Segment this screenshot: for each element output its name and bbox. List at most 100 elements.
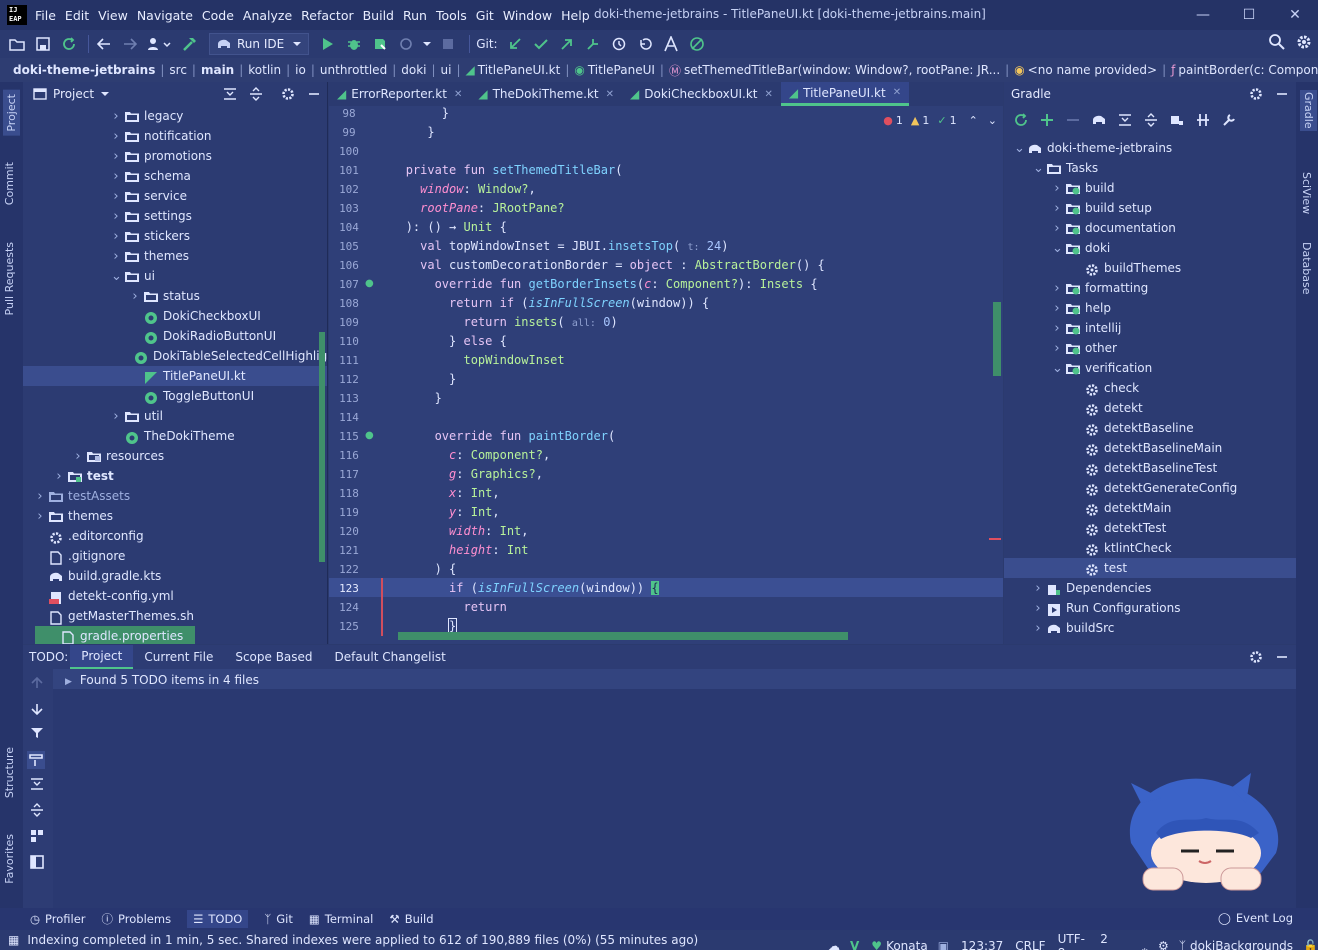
chevron-right-icon[interactable]: › — [111, 209, 121, 224]
chevron-right-icon[interactable]: › — [1052, 301, 1062, 316]
reload-gradle-icon[interactable] — [1010, 109, 1032, 131]
git-pull-request-icon[interactable] — [582, 33, 604, 55]
tool-tab-sciview[interactable]: SciView — [1300, 172, 1313, 214]
coverage-icon[interactable] — [369, 33, 391, 55]
tool-tab-git[interactable]: ᛉ Git — [264, 912, 293, 926]
menu-analyze[interactable]: Analyze — [243, 8, 292, 23]
group-by-icon[interactable] — [30, 829, 44, 843]
chevron-right-icon[interactable]: › — [111, 249, 121, 264]
override-gutter-icon[interactable]: ● — [365, 430, 374, 441]
vim-icon[interactable]: V — [850, 939, 859, 950]
breadcrumb-item[interactable]: <no name provided> — [1028, 63, 1157, 77]
breadcrumb-item[interactable]: unthrottled — [320, 63, 387, 77]
chevron-right-icon[interactable]: › — [1052, 201, 1062, 216]
gradle-tree-item[interactable]: › documentation — [1004, 218, 1296, 238]
project-tree-item[interactable]: build.gradle.kts — [23, 566, 327, 586]
chevron-right-icon[interactable]: › — [1033, 621, 1043, 636]
project-tree-item[interactable]: › themes — [23, 246, 327, 266]
line-separator[interactable]: CRLF — [1015, 939, 1045, 950]
tab-the-doki-theme[interactable]: ◢ TheDokiTheme.kt ✕ — [470, 82, 622, 106]
override-gutter-icon[interactable]: ● — [365, 278, 374, 289]
breadcrumb-item[interactable]: doki — [401, 63, 426, 77]
menu-run[interactable]: Run — [403, 8, 427, 23]
gradle-tree-item[interactable]: detektTest — [1004, 518, 1296, 538]
hammer-icon[interactable] — [179, 33, 201, 55]
git-branch[interactable]: dokiBackgrounds — [1190, 939, 1293, 950]
collapse-all-icon[interactable] — [1140, 109, 1162, 131]
tree-scrollbar[interactable] — [319, 332, 325, 562]
gradle-tree-item[interactable]: detektMain — [1004, 498, 1296, 518]
tool-tab-build[interactable]: ⚒ Build — [389, 912, 433, 926]
indent-setting[interactable]: 2 spaces* — [1100, 932, 1152, 950]
tool-tab-project[interactable]: Project — [3, 90, 20, 136]
chevron-down-icon[interactable]: ⌄ — [1052, 241, 1063, 256]
chevron-right-icon[interactable]: › — [1033, 601, 1043, 616]
collapse-all-icon[interactable] — [249, 87, 263, 101]
project-tree-item[interactable]: › util — [23, 406, 327, 426]
gradle-tree-item[interactable]: detektBaselineMain — [1004, 438, 1296, 458]
gradle-tree-item[interactable]: ⌄ doki-theme-jetbrains — [1004, 138, 1296, 158]
tool-tab-favorites[interactable]: Favorites — [3, 834, 16, 884]
todo-tab-project[interactable]: Project — [70, 645, 134, 669]
gradle-tree-item[interactable]: buildThemes — [1004, 258, 1296, 278]
tool-tab-structure[interactable]: Structure — [3, 747, 16, 798]
search-icon[interactable] — [1268, 33, 1286, 51]
gradle-tree-item[interactable]: › other — [1004, 338, 1296, 358]
memory-indicator-icon[interactable]: ☁ — [828, 939, 840, 950]
gradle-tree-item[interactable]: ⌄ doki — [1004, 238, 1296, 258]
gradle-tree-item[interactable]: ⌄ verification — [1004, 358, 1296, 378]
project-tree-item[interactable]: › service — [23, 186, 327, 206]
rollback-icon[interactable] — [634, 33, 656, 55]
chevron-right-icon[interactable]: › — [1052, 341, 1062, 356]
project-tree-item[interactable]: › settings — [23, 206, 327, 226]
gradle-tree-item[interactable]: test — [1004, 558, 1296, 578]
wrench-icon[interactable] — [1218, 109, 1240, 131]
menu-navigate[interactable]: Navigate — [137, 8, 193, 23]
code-editor[interactable]: 98 99 100 101 102 103 104 105 106 107 108 109 110 111… — [329, 106, 1003, 644]
project-tree-item[interactable]: › notification — [23, 126, 327, 146]
project-settings-icon[interactable] — [281, 87, 295, 101]
project-tree-item[interactable]: ⌄ ui — [23, 266, 327, 286]
tool-tab-database[interactable]: Database — [1300, 242, 1313, 295]
git-update-icon[interactable] — [504, 33, 526, 55]
breadcrumb-item[interactable]: main — [201, 63, 234, 77]
project-tree-item[interactable]: DokiCheckboxUI — [23, 306, 327, 326]
gradle-tree-item[interactable]: detektGenerateConfig — [1004, 478, 1296, 498]
tab-title-pane-ui[interactable]: ◢ TitlePaneUI.kt ✕ — [780, 82, 910, 106]
lock-icon[interactable]: 🔓 — [1303, 939, 1318, 950]
tool-tab-profiler[interactable]: ◷ Profiler — [30, 912, 86, 926]
project-tree-item[interactable]: DokiTableSelectedCellHighlightBorder — [23, 346, 327, 366]
menu-help[interactable]: Help — [561, 8, 590, 23]
chevron-right-icon[interactable]: › — [111, 129, 121, 144]
user-dropdown-icon[interactable] — [145, 33, 175, 55]
caret-position[interactable]: 123:37 — [961, 939, 1003, 950]
minimize-button[interactable]: — — [1180, 0, 1226, 30]
back-arrow-icon[interactable] — [93, 33, 115, 55]
sync-icon[interactable] — [58, 33, 80, 55]
breadcrumb-item[interactable]: doki-theme-jetbrains — [13, 63, 155, 77]
project-tree-item[interactable]: .editorconfig — [23, 526, 327, 546]
project-tree-item[interactable]: › themes — [23, 506, 327, 526]
git-commit-icon[interactable] — [530, 33, 552, 55]
menu-tools[interactable]: Tools — [436, 8, 467, 23]
project-panel-title[interactable]: Project — [53, 87, 94, 101]
gradle-tree-item[interactable]: › build setup — [1004, 198, 1296, 218]
error-stripe-marker[interactable] — [989, 538, 1001, 540]
gradle-tree-item[interactable]: › formatting — [1004, 278, 1296, 298]
breadcrumb-item[interactable]: TitlePaneUI — [588, 63, 655, 77]
breadcrumb-item[interactable]: io — [295, 63, 306, 77]
chevron-down-icon[interactable]: ⌄ — [1033, 161, 1044, 176]
font-icon[interactable] — [660, 33, 682, 55]
chevron-down-icon[interactable]: ⌄ — [111, 269, 122, 284]
todo-result[interactable]: ▶ Found 5 TODO items in 4 files — [65, 673, 259, 687]
chevron-right-icon[interactable]: › — [1052, 221, 1062, 236]
project-tree-item[interactable]: TheDokiTheme — [23, 426, 327, 446]
tool-tab-terminal[interactable]: ▦ Terminal — [309, 912, 373, 926]
gradle-tree-item[interactable]: › Run Configurations — [1004, 598, 1296, 618]
project-tree-item[interactable]: getMasterThemes.sh — [23, 606, 327, 626]
gradle-tree-item[interactable]: ktlintCheck — [1004, 538, 1296, 558]
gradle-tree-item[interactable]: check — [1004, 378, 1296, 398]
close-button[interactable]: ✕ — [1272, 0, 1318, 30]
inspection-widget[interactable]: ● 1 ▲ 1 ✓ 1 ⌃ ⌄ — [883, 114, 997, 127]
gradle-tree-item[interactable]: › build — [1004, 178, 1296, 198]
